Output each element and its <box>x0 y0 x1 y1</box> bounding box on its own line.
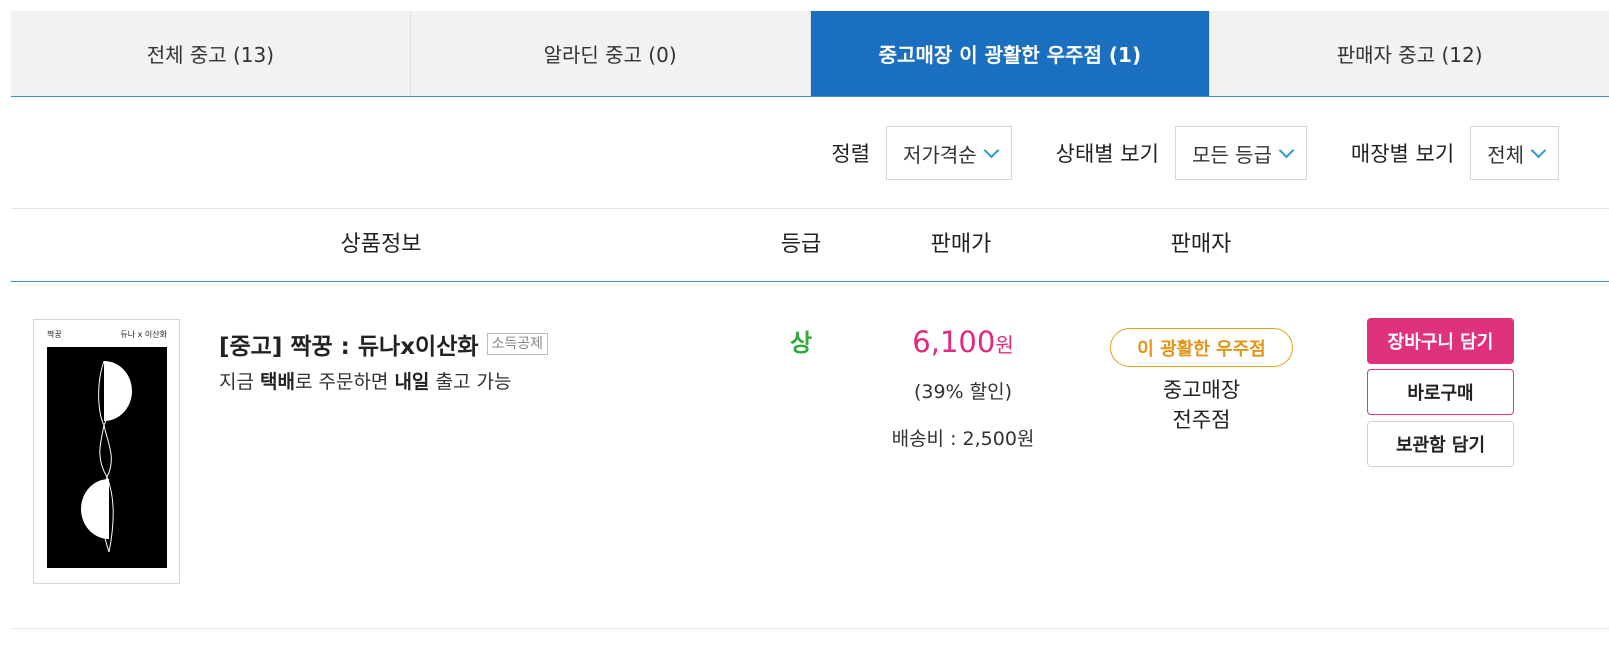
store-branch: 전주점 <box>1172 408 1231 432</box>
store-filter-select[interactable]: 전체 <box>1470 126 1559 180</box>
header-product: 상품정보 <box>340 232 422 257</box>
chevron-down-icon <box>983 142 999 158</box>
table-header: 상품정보 등급 판매가 판매자 <box>11 209 1609 282</box>
cover-illustration <box>81 360 132 553</box>
delivery-info: 지금 택배로 주문하면 내일 출고 가능 <box>219 367 511 394</box>
chevron-down-icon <box>1530 142 1547 158</box>
tab-aladin-used[interactable]: 알라딘 중고 (0) <box>410 11 811 96</box>
grade-filter-value: 모든 등급 <box>1191 142 1272 167</box>
grade-value: 상 <box>789 329 813 357</box>
cover-author: 듀나 x 이산화 <box>120 330 167 339</box>
grade-filter-label: 상태별 보기 <box>1055 142 1159 166</box>
sort-label: 정렬 <box>831 142 871 166</box>
header-price: 판매가 <box>930 232 992 257</box>
add-to-wishlist-button[interactable]: 보관함 담기 <box>1367 421 1514 467</box>
book-cover[interactable]: 짝꿍 듀나 x 이산화 <box>33 319 180 584</box>
store-filter-label: 매장별 보기 <box>1350 142 1455 166</box>
delivery-day: 내일 <box>394 371 430 393</box>
cover-art <box>47 347 167 568</box>
store-filter-value: 전체 <box>1487 142 1524 167</box>
delivery-method: 택배 <box>260 371 295 393</box>
header-seller: 판매자 <box>1170 232 1232 257</box>
filter-bar: 정렬 저가격순 상태별 보기 모든 등급 매장별 보기 전체 <box>831 126 1559 180</box>
price-unit: 원 <box>995 333 1014 357</box>
tab-all-used[interactable]: 전체 중고 (13) <box>11 11 411 96</box>
sort-select[interactable]: 저가격순 <box>886 126 1012 180</box>
product-title[interactable]: [중고] 짝꿍 : 듀나x이산화 소득공제 <box>219 327 549 361</box>
buy-now-button[interactable]: 바로구매 <box>1367 369 1514 415</box>
delivery-suffix: 출고 가능 <box>429 371 512 393</box>
sale-price: 6,100원 <box>863 325 1063 359</box>
shipping-fee: 배송비 : 2,500원 <box>891 428 1035 450</box>
discount-rate: (39% 할인) <box>913 381 1013 403</box>
product-title-text[interactable]: [중고] 짝꿍 : 듀나x이산화 <box>219 327 479 361</box>
tax-deduction-badge: 소득공제 <box>486 333 549 355</box>
tab-seller-used[interactable]: 판매자 중고 (12) <box>1210 11 1609 96</box>
table-row: 짝꿍 듀나 x 이산화 [중고] 짝꿍 : 듀나x이산화 소득공제 지금 택배로… <box>11 283 1609 629</box>
store-badge[interactable]: 이 광활한 우주점 <box>1110 328 1293 367</box>
delivery-mid: 로 주문하면 <box>294 371 395 393</box>
grade-filter-select[interactable]: 모든 등급 <box>1174 126 1307 180</box>
store-name: 중고매장 전주점 <box>1110 375 1293 435</box>
chevron-down-icon <box>1278 142 1295 158</box>
header-grade: 등급 <box>780 232 822 257</box>
tab-used-store[interactable]: 중고매장 이 광활한 우주점 (1) <box>810 11 1211 96</box>
tab-bar: 전체 중고 (13) 알라딘 중고 (0) 중고매장 이 광활한 우주점 (1)… <box>11 11 1609 97</box>
store-type: 중고매장 <box>1162 378 1241 402</box>
price-amount: 6,100 <box>912 325 996 359</box>
cover-title: 짝꿍 <box>47 330 62 339</box>
sort-value: 저가격순 <box>903 142 977 167</box>
add-to-cart-button[interactable]: 장바구니 담기 <box>1367 318 1514 364</box>
delivery-prefix: 지금 <box>219 371 260 393</box>
